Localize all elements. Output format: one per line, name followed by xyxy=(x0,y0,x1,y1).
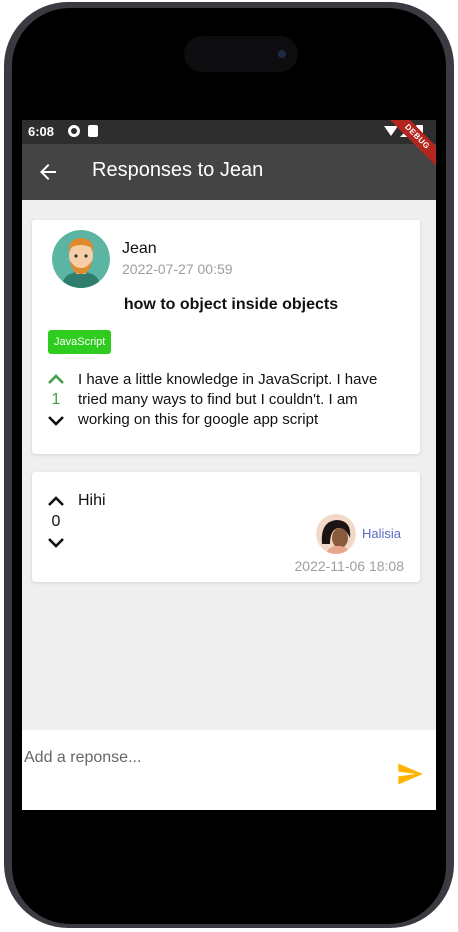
question-date: 2022-07-27 00:59 xyxy=(122,261,233,277)
status-time: 6:08 xyxy=(28,124,55,139)
question-author[interactable]: Jean xyxy=(122,240,157,258)
question-vote-controls: 1 xyxy=(44,370,68,430)
avatar xyxy=(316,514,356,554)
question-body: I have a little knowledge in JavaScript.… xyxy=(78,371,378,428)
dynamic-island xyxy=(184,36,298,72)
response-text: Hihi xyxy=(78,492,106,509)
tag-badge[interactable]: JavaScript xyxy=(48,330,112,354)
chevron-up-icon[interactable] xyxy=(44,492,68,510)
reply-input[interactable] xyxy=(24,744,384,772)
camera-icon xyxy=(278,50,286,58)
chevron-up-icon[interactable] xyxy=(44,370,68,388)
vote-count: 0 xyxy=(51,513,61,530)
arrow-back-icon[interactable] xyxy=(36,160,60,184)
response-date: 2022-11-06 18:08 xyxy=(294,558,405,574)
sd-card-icon xyxy=(88,125,98,137)
vote-count: 1 xyxy=(51,391,61,408)
response-author[interactable]: Halisia xyxy=(362,526,401,541)
notification-icon xyxy=(68,125,80,137)
wifi-icon xyxy=(384,126,398,136)
reply-bar xyxy=(22,730,436,810)
status-bar: 6:08 xyxy=(22,120,436,144)
question-title: how to object inside objects xyxy=(123,296,339,313)
chevron-down-icon[interactable] xyxy=(44,412,68,430)
page-title: Responses to Jean xyxy=(92,159,264,181)
response-vote-controls: 0 xyxy=(44,492,68,552)
question-card: Jean 2022-07-27 00:59 how to object insi… xyxy=(32,220,420,454)
avatar xyxy=(52,230,110,288)
response-card: 0 Hihi Halisia 2022-11-06 18:08 xyxy=(32,472,420,582)
app-bar: Responses to Jean xyxy=(22,144,436,200)
app-screen: 6:08 Responses to Jean DEBUG Jean 2022-0… xyxy=(22,120,436,810)
send-icon[interactable] xyxy=(396,760,424,788)
chevron-down-icon[interactable] xyxy=(44,534,68,552)
